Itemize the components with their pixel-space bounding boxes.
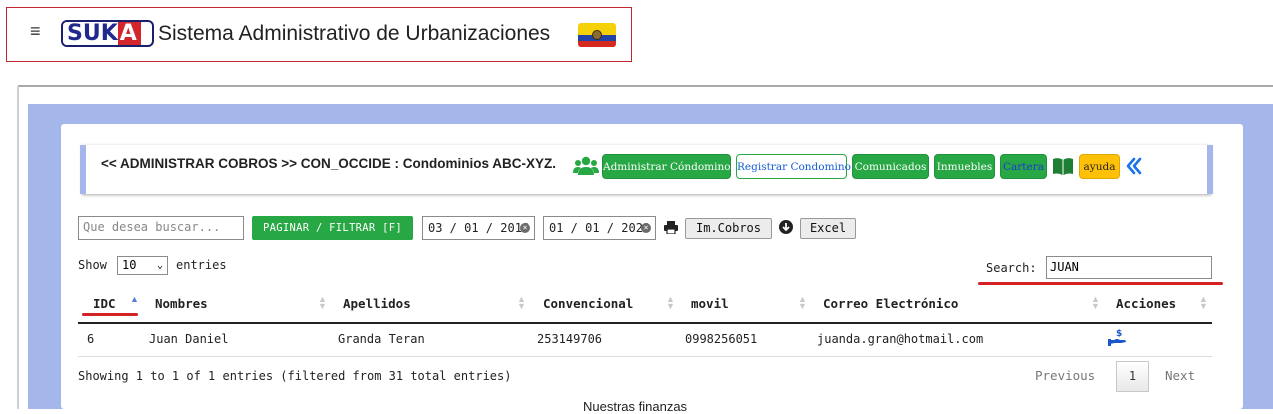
column-header-apellidos[interactable]: Apellidos <box>343 296 411 311</box>
column-header-acciones[interactable]: Acciones <box>1116 296 1176 311</box>
header-divider <box>18 85 1273 87</box>
print-icon[interactable] <box>664 221 678 234</box>
cartera-button[interactable]: Cartera <box>1000 154 1047 179</box>
admin-condominos-button[interactable]: Administrar Cóndominos <box>602 154 736 179</box>
idc-highlight-underline <box>82 313 138 316</box>
entries-label: entries <box>176 258 227 272</box>
search-input[interactable]: Que desea buscar... <box>78 216 244 240</box>
column-header-idc[interactable]: IDC <box>93 296 116 311</box>
sort-icon[interactable]: ▲ ▼ <box>1199 295 1208 311</box>
date-from-input[interactable]: 03 / 01 / 2016 × <box>422 216 535 240</box>
book-icon[interactable] <box>1052 157 1074 176</box>
date-from-value: 03 / 01 / 2016 <box>428 221 530 235</box>
double-chevron-left-icon[interactable] <box>1126 156 1142 176</box>
entries-value: 10 <box>122 258 137 272</box>
app-title: Sistema Administrativo de Urbanizaciones <box>158 22 551 45</box>
show-label: Show <box>78 258 107 272</box>
page-1-button[interactable]: 1 <box>1116 361 1149 392</box>
column-header-nombres[interactable]: Nombres <box>155 296 208 311</box>
column-header-correo[interactable]: Correo Electrónico <box>823 296 958 311</box>
payment-hand-icon[interactable]: $ <box>1108 328 1128 346</box>
cell-correo: juanda.gran@hotmail.com <box>817 332 984 346</box>
left-border <box>17 86 19 409</box>
svg-text:$: $ <box>1116 329 1122 339</box>
search-highlight-underline <box>978 282 1223 285</box>
suka-logo: SUK A <box>61 20 154 47</box>
top-bar: ≡ SUK A Sistema Administrativo de Urbaniz… <box>0 0 1273 86</box>
cell-apellidos: Granda Teran <box>338 332 425 346</box>
date-to-value: 01 / 01 / 2021 <box>549 221 651 235</box>
sort-icon[interactable]: ▲ ▼ <box>1091 295 1100 311</box>
ecuador-flag-icon <box>578 23 616 47</box>
column-header-movil[interactable]: movil <box>691 296 729 311</box>
sort-asc-icon[interactable]: ▲ <box>130 295 139 304</box>
comunicados-button[interactable]: Comunicados <box>852 154 929 179</box>
clear-icon[interactable]: × <box>641 223 651 233</box>
sort-icon[interactable]: ▲ ▼ <box>517 295 526 311</box>
sort-icon[interactable]: ▲ ▼ <box>798 295 807 311</box>
column-header-convencional[interactable]: Convencional <box>543 296 633 311</box>
hamburger-menu-icon[interactable]: ≡ <box>30 22 41 40</box>
table-info: Showing 1 to 1 of 1 entries (filtered fr… <box>78 369 512 383</box>
users-icon <box>573 156 599 175</box>
inmuebles-button[interactable]: Inmuebles <box>934 154 995 179</box>
table-header-divider <box>78 322 1212 324</box>
table-search-input[interactable]: JUAN <box>1046 256 1212 279</box>
next-button[interactable]: Next <box>1165 368 1195 383</box>
clear-icon[interactable]: × <box>520 223 530 233</box>
paginate-filter-button[interactable]: PAGINAR / FILTRAR [F] <box>252 216 413 240</box>
registrar-condomino-button[interactable]: Registrar Condomino <box>736 154 851 179</box>
cell-nombres: Juan Daniel <box>149 332 229 346</box>
sort-icon[interactable]: ▲ ▼ <box>318 295 327 311</box>
excel-button[interactable]: Excel <box>800 218 856 239</box>
cell-idc: 6 <box>87 332 95 346</box>
logo-text-a: A <box>117 22 141 45</box>
sort-icon[interactable]: ▲ ▼ <box>666 295 675 311</box>
entries-select[interactable]: 10 ⌄ <box>117 256 168 275</box>
table-row-divider <box>78 356 1212 357</box>
page-title: << ADMINISTRAR COBROS >> CON_OCCIDE : Co… <box>101 156 557 171</box>
download-icon[interactable] <box>779 220 793 234</box>
ayuda-button[interactable]: ayuda <box>1079 154 1120 179</box>
previous-button[interactable]: Previous <box>1035 368 1095 383</box>
search-label: Search: <box>986 261 1037 275</box>
im-cobros-button[interactable]: Im.Cobros <box>685 218 772 239</box>
cell-convencional: 253149706 <box>537 332 603 346</box>
section-title-finanzas: Nuestras finanzas <box>583 399 688 414</box>
date-to-input[interactable]: 01 / 01 / 2021 × <box>543 216 656 240</box>
logo-text-suk: SUK <box>63 22 118 45</box>
cell-movil: 0998256051 <box>685 332 758 346</box>
chevron-down-icon: ⌄ <box>156 260 163 271</box>
